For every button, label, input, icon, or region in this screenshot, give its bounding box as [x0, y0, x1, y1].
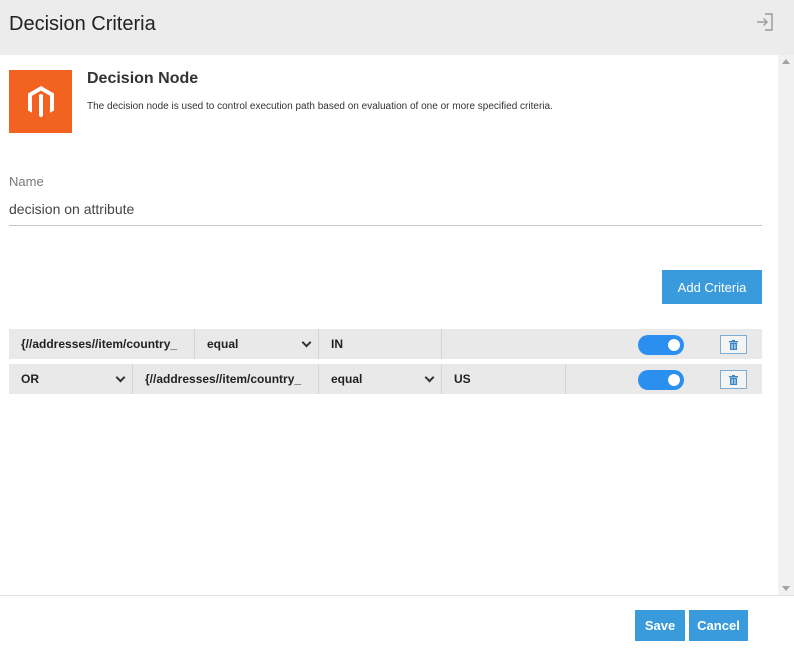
save-button[interactable]: Save [635, 610, 685, 641]
enable-toggle[interactable] [638, 370, 684, 390]
operator-value: equal [207, 337, 239, 351]
node-description: The decision node is used to control exe… [87, 101, 553, 112]
operator-select[interactable]: equal [319, 364, 442, 394]
operator-value: equal [331, 372, 363, 386]
name-input[interactable]: decision on attribute [9, 198, 762, 226]
dialog-header: Decision Criteria [0, 0, 794, 55]
trash-icon [729, 374, 738, 385]
vertical-scrollbar[interactable] [778, 55, 794, 595]
logic-value: OR [21, 372, 39, 386]
scroll-up-arrow-icon[interactable] [782, 59, 790, 64]
enable-toggle[interactable] [638, 335, 684, 355]
scroll-down-arrow-icon[interactable] [782, 586, 790, 591]
chevron-down-icon [424, 372, 435, 383]
delete-criteria-button[interactable] [720, 370, 747, 389]
attribute-field[interactable]: {//addresses//item/country_ [9, 329, 195, 359]
value-field[interactable]: IN [319, 329, 442, 359]
chevron-down-icon [301, 337, 312, 348]
attribute-field[interactable]: {//addresses//item/country_ [133, 364, 319, 394]
node-title: Decision Node [87, 70, 199, 87]
trash-icon [729, 339, 738, 350]
exit-icon[interactable] [755, 12, 775, 32]
delete-criteria-button[interactable] [720, 335, 747, 354]
criteria-row: {//addresses//item/country_ equal IN [9, 329, 762, 359]
criteria-row: OR {//addresses//item/country_ equal US [9, 364, 762, 394]
operator-select[interactable]: equal [195, 329, 319, 359]
add-criteria-button[interactable]: Add Criteria [662, 270, 762, 304]
dialog-content: Decision Node The decision node is used … [0, 55, 778, 595]
logic-select[interactable]: OR [9, 364, 133, 394]
cancel-button[interactable]: Cancel [689, 610, 748, 641]
dialog-footer: Save Cancel [0, 595, 794, 652]
toggle-knob [668, 374, 680, 386]
name-label: Name [9, 174, 44, 189]
toggle-knob [668, 339, 680, 351]
chevron-down-icon [115, 372, 126, 383]
dialog-title: Decision Criteria [9, 13, 156, 35]
magento-logo-icon [9, 70, 72, 133]
value-field[interactable]: US [442, 364, 566, 394]
